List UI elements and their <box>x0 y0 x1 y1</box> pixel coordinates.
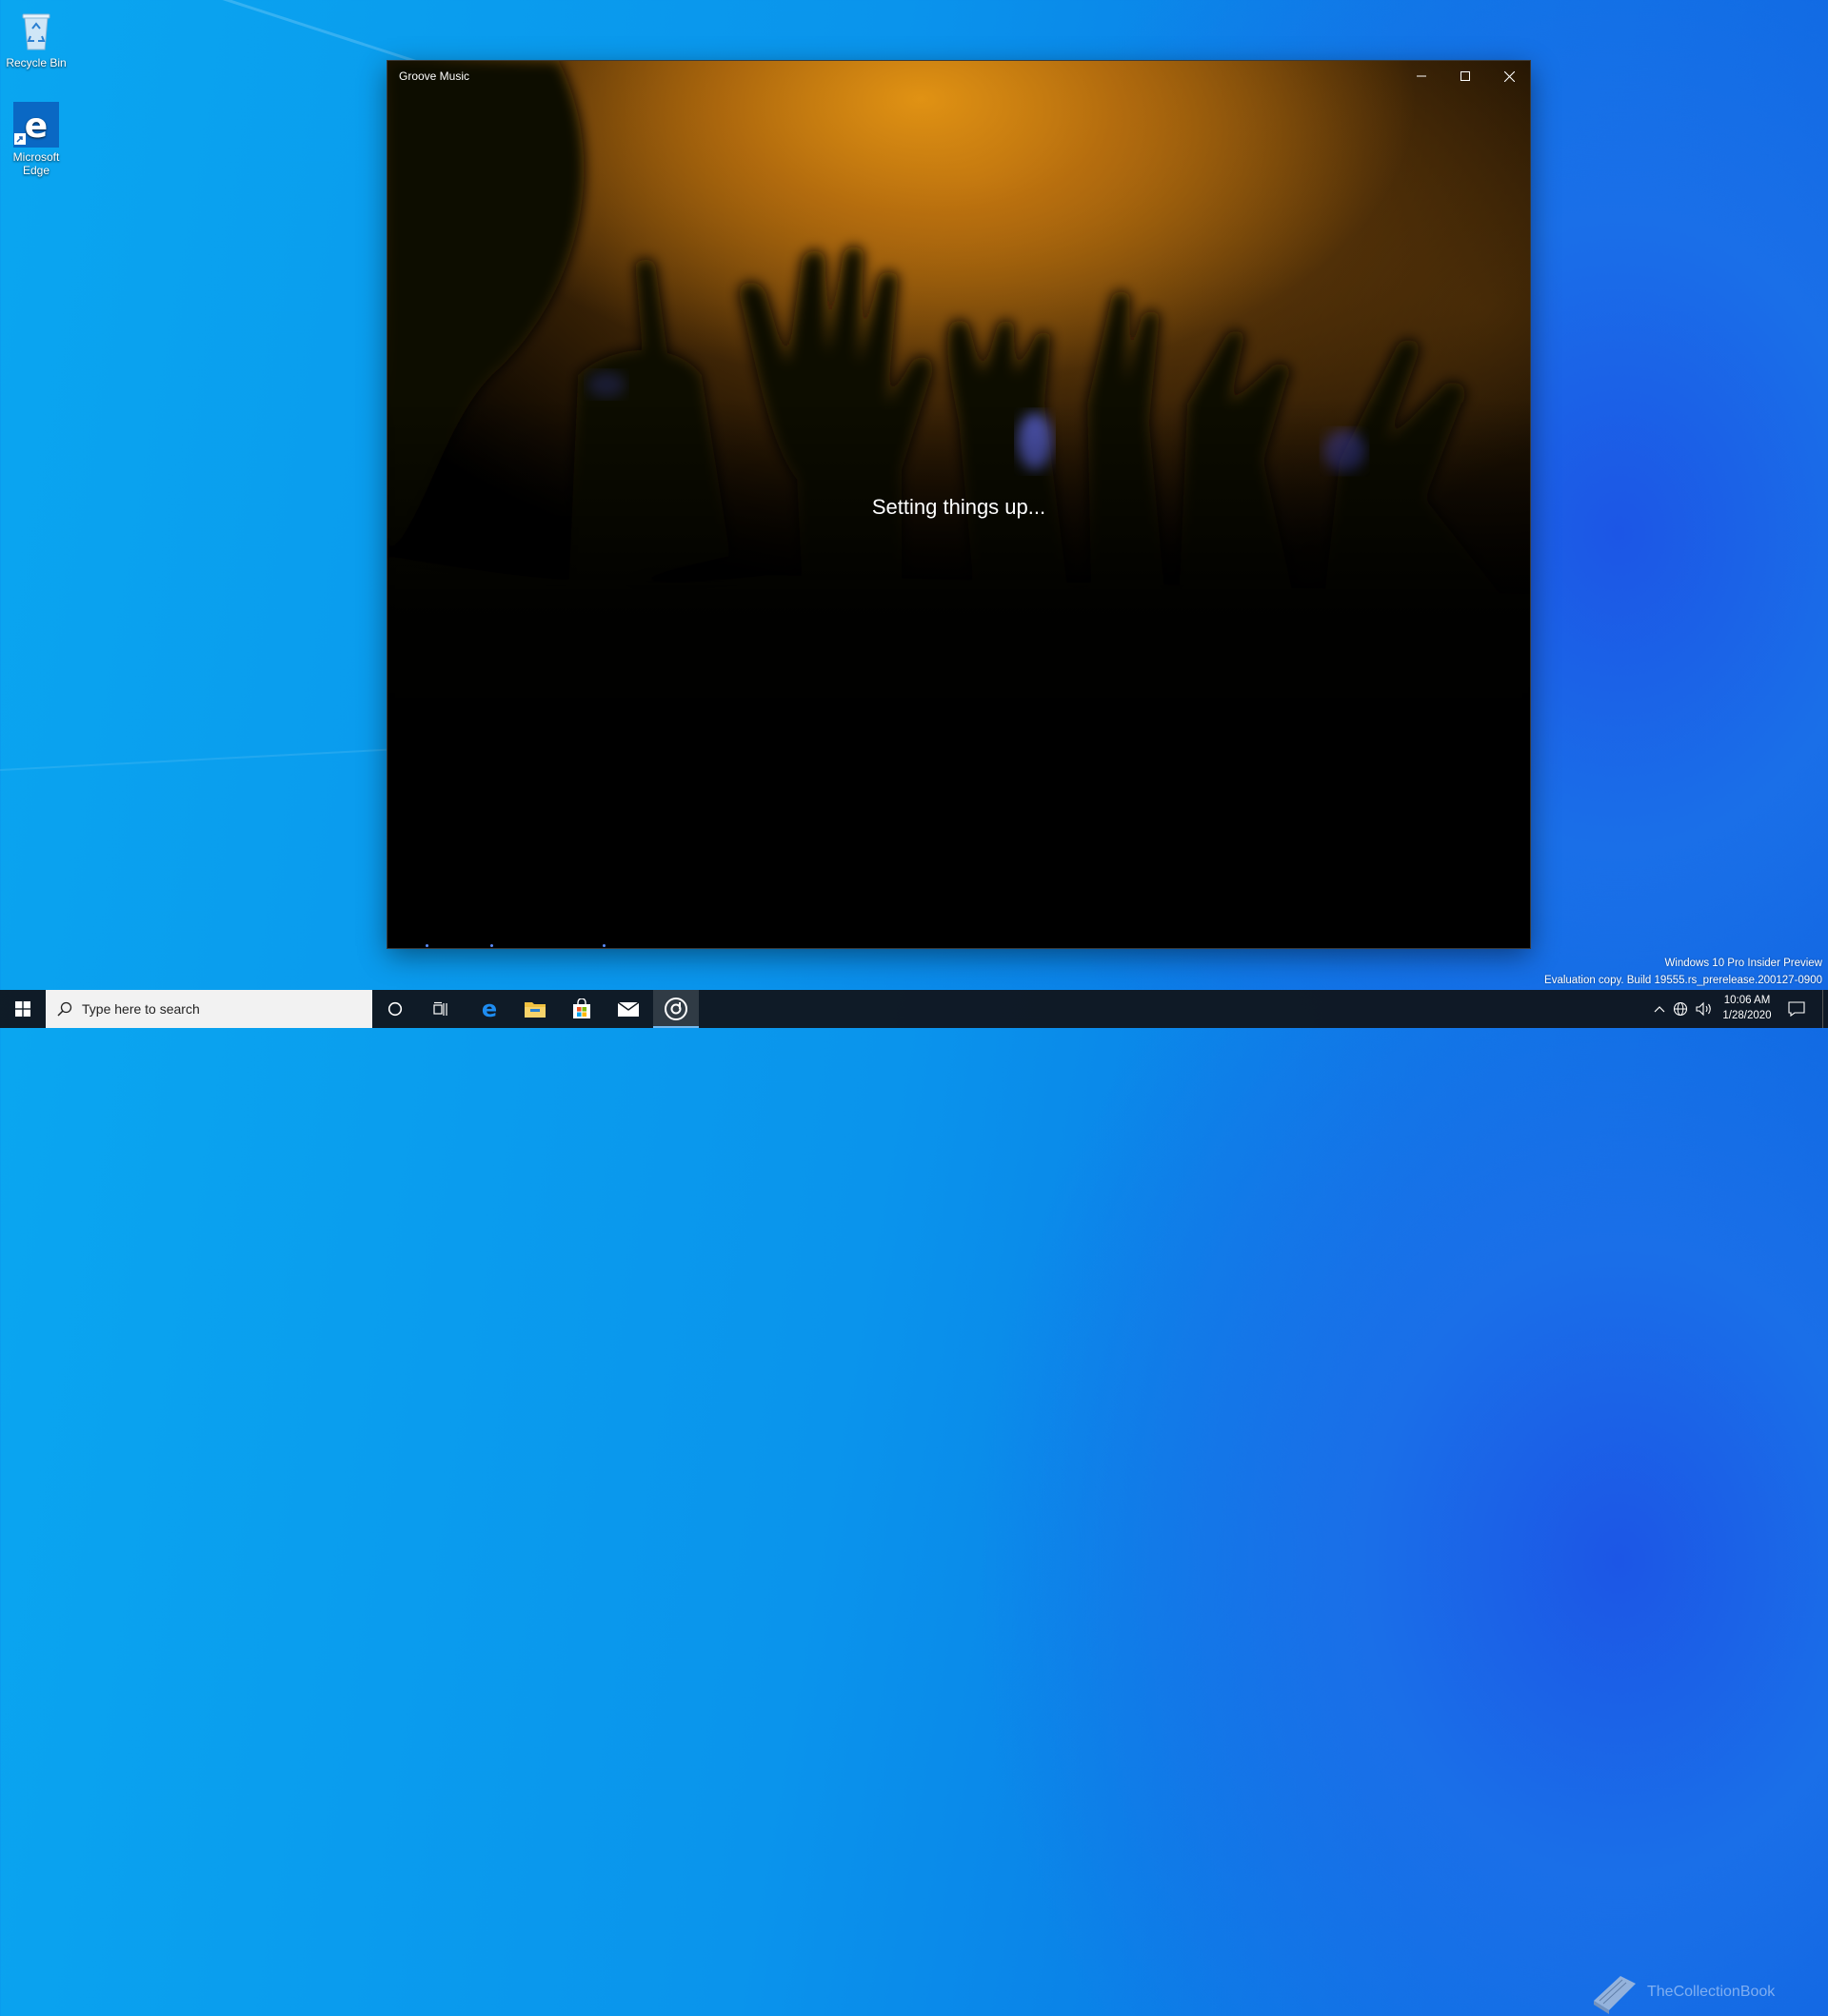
close-icon <box>1503 70 1515 82</box>
show-desktop-button[interactable] <box>1822 990 1828 1028</box>
edge-icon: e <box>482 998 497 1020</box>
clock-date: 1/28/2020 <box>1722 1010 1772 1021</box>
task-view-icon <box>433 1001 447 1016</box>
store-bag-icon <box>573 998 590 1018</box>
desktop-icon-microsoft-edge[interactable]: e Microsoft Edge <box>0 102 72 177</box>
cortana-button[interactable] <box>372 990 418 1028</box>
taskbar-app-groove-music[interactable] <box>653 990 699 1028</box>
groove-music-window[interactable]: Groove Music Setting things up... <box>387 61 1530 948</box>
maximize-icon <box>1460 71 1470 81</box>
taskbar-app-microsoft-store[interactable] <box>559 990 605 1028</box>
desktop-icon-label: Microsoft Edge <box>12 150 60 177</box>
network-button[interactable] <box>1671 990 1692 1028</box>
start-button[interactable] <box>0 990 46 1028</box>
network-globe-icon <box>1673 1001 1688 1017</box>
svg-text:e: e <box>25 107 48 146</box>
title-bar[interactable]: Groove Music <box>387 61 1530 91</box>
maximize-button[interactable] <box>1443 61 1487 91</box>
taskbar-app-file-explorer[interactable] <box>512 990 558 1028</box>
clock-time: 10:06 AM <box>1723 995 1771 1006</box>
minimize-icon <box>1417 75 1426 77</box>
notification-icon <box>1788 1001 1805 1017</box>
desktop-light-ray <box>0 748 400 771</box>
recycle-bin-icon <box>13 8 59 53</box>
book-logo-icon <box>1594 1976 1636 2014</box>
close-button[interactable] <box>1487 61 1530 91</box>
task-view-button[interactable] <box>418 990 464 1028</box>
groove-music-icon <box>665 998 687 1020</box>
show-hidden-icons-button[interactable] <box>1652 990 1667 1028</box>
edition-watermark: Windows 10 Pro Insider Preview <box>1664 958 1822 969</box>
cortana-circle-icon <box>387 1001 403 1017</box>
search-icon <box>57 1001 72 1017</box>
taskbar-app-edge[interactable]: e <box>467 990 512 1028</box>
windows-logo-icon <box>15 1001 30 1017</box>
action-center-button[interactable] <box>1780 990 1813 1028</box>
setup-status-text: Setting things up... <box>871 495 1046 519</box>
volume-button[interactable] <box>1694 990 1715 1028</box>
taskbar-app-mail[interactable] <box>606 990 651 1028</box>
site-watermark-text: TheCollectionBook <box>1647 1984 1776 2000</box>
window-title: Groove Music <box>399 69 470 83</box>
build-watermark: Evaluation copy. Build 19555.rs_prerelea… <box>1544 975 1822 986</box>
edge-icon: e <box>13 102 59 148</box>
desktop-icon-label: Recycle Bin <box>6 56 67 69</box>
desktop-icon-recycle-bin[interactable]: Recycle Bin <box>0 8 72 69</box>
minimize-button[interactable] <box>1400 61 1443 91</box>
speaker-icon <box>1696 1001 1711 1017</box>
taskbar-search-box[interactable]: Type here to search <box>46 990 372 1028</box>
svg-text:e: e <box>482 998 497 1020</box>
folder-icon <box>525 1002 546 1018</box>
clock[interactable]: 10:06 AM 1/28/2020 <box>1719 993 1775 1023</box>
search-placeholder: Type here to search <box>82 1001 200 1017</box>
mail-envelope-icon <box>617 1001 640 1017</box>
taskbar: Type here to search e TheCollectionBook … <box>0 990 1828 2014</box>
chevron-up-icon <box>1654 1006 1665 1013</box>
